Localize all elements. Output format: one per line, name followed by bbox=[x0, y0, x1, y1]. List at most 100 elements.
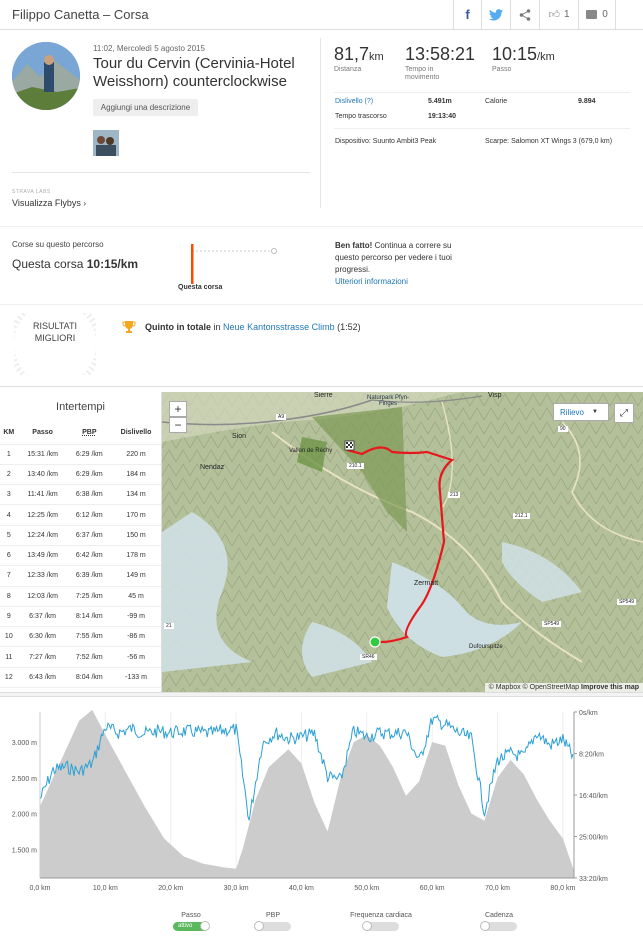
toggle-switch-off[interactable] bbox=[362, 921, 399, 931]
flyby-link[interactable]: Visualizza Flybys › bbox=[12, 198, 86, 208]
elevation-value: 5.491m bbox=[428, 98, 452, 105]
toggle-heart-rate[interactable]: Frequenza cardiaca bbox=[326, 912, 436, 931]
road-label: SR46 bbox=[360, 654, 377, 660]
splits-cell: 6:12 /km bbox=[67, 504, 112, 526]
toggle-pbp[interactable]: PBP bbox=[218, 912, 328, 931]
x-tick-label: 80,0 km bbox=[550, 885, 575, 892]
resize-handle[interactable] bbox=[0, 692, 643, 697]
comments-button[interactable]: 0 bbox=[578, 0, 615, 29]
splits-cell: -133 m bbox=[111, 666, 161, 688]
share-button[interactable] bbox=[510, 0, 539, 29]
athlete-avatar[interactable] bbox=[12, 42, 80, 110]
flyby-section: STRAVA LABS Visualizza Flybys › bbox=[12, 189, 86, 208]
road-label: 213 bbox=[448, 492, 461, 498]
splits-cell: 6:38 /km bbox=[67, 484, 112, 505]
splits-cell: 2 bbox=[0, 463, 18, 485]
twitter-share-button[interactable] bbox=[481, 0, 510, 29]
splits-row[interactable]: 9 6:37 /km 8:14 /km -99 m bbox=[0, 605, 161, 627]
best-results-title: RISULTATI MIGLIORI bbox=[32, 321, 77, 343]
distance-value: 81,7 bbox=[334, 44, 370, 64]
road-label: 90 bbox=[558, 426, 568, 432]
splits-row[interactable]: 7 12:33 /km 6:39 /km 149 m bbox=[0, 565, 161, 587]
map-label-visp: Visp bbox=[488, 392, 502, 399]
achievement-segment-link[interactable]: Neue Kantonsstrasse Climb bbox=[223, 322, 335, 332]
splits-row[interactable]: 8 12:03 /km 7:25 /km 45 m bbox=[0, 585, 161, 607]
splits-cell: 8:14 /km bbox=[67, 605, 112, 627]
road-label: A9 bbox=[276, 414, 287, 420]
y-right-tick-label: 16:40/km bbox=[579, 793, 608, 800]
thumbs-up-icon: 👍︎ bbox=[548, 9, 560, 21]
shoes-info: Scarpe: Salomon XT Wings 3 (679,0 km) bbox=[485, 138, 613, 145]
splits-cell: 150 m bbox=[111, 524, 161, 546]
map-type-select[interactable]: Rilievo ▼ bbox=[553, 403, 609, 421]
splits-column-header: Passo bbox=[32, 429, 53, 437]
splits-row[interactable]: 1 15:31 /km 6:29 /km 220 m bbox=[0, 443, 161, 465]
congrats-message: Ben fatto! Continua a correre su questo … bbox=[335, 240, 455, 288]
splits-panel: Intertempi KM Passo PBP Dislivello 1 15:31 /… bbox=[0, 392, 162, 692]
stat-pace: 10:15/km Passo bbox=[492, 44, 555, 74]
splits-row[interactable]: 11 7:27 /km 7:52 /km -56 m bbox=[0, 646, 161, 668]
splits-cell: 7:25 /km bbox=[67, 585, 112, 607]
splits-row[interactable]: 12 6:43 /km 8:04 /km -133 m bbox=[0, 666, 161, 688]
elapsed-value: 19:13:40 bbox=[428, 113, 457, 120]
y-left-tick-label: 1.500 m bbox=[12, 847, 37, 854]
flyby-lab-label: STRAVA LABS bbox=[12, 189, 51, 195]
splits-cell: 184 m bbox=[111, 463, 161, 485]
splits-cell: 4 bbox=[0, 504, 18, 526]
this-run-chart-label: Questa corsa bbox=[178, 284, 223, 291]
road-label: SP549 bbox=[542, 621, 562, 627]
splits-row[interactable]: 6 13:49 /km 6:42 /km 178 m bbox=[0, 544, 161, 566]
y-right-tick-label: 0s/km bbox=[579, 710, 598, 717]
route-map[interactable]: + − Rilievo ▼ ⤢ Sierre Naturpark Pfyn-Fin… bbox=[162, 392, 643, 692]
splits-column-header: PBP bbox=[82, 429, 97, 437]
splits-title: Intertempi bbox=[56, 401, 105, 413]
splits-row[interactable]: 4 12:25 /km 6:12 /km 170 m bbox=[0, 504, 161, 526]
toggle-switch-on[interactable]: attivo bbox=[173, 921, 210, 931]
add-description-button[interactable]: Aggiungi una descrizione bbox=[93, 99, 198, 116]
divider bbox=[0, 386, 643, 387]
splits-cell: 6:39 /km bbox=[67, 565, 112, 587]
facebook-share-button[interactable]: f bbox=[453, 0, 481, 29]
twitter-icon bbox=[489, 8, 503, 21]
splits-cell: 12:25 /km bbox=[17, 504, 68, 526]
road-label: 212.1 bbox=[513, 513, 530, 519]
divider bbox=[334, 128, 630, 129]
moving-time-label: Tempo in movimento bbox=[405, 66, 440, 81]
toggle-cadence[interactable]: Cadenza bbox=[444, 912, 554, 931]
toggle-switch-off[interactable] bbox=[254, 921, 291, 931]
achievement-time: (1:52) bbox=[337, 322, 361, 332]
more-button[interactable] bbox=[615, 0, 643, 29]
splits-cell: 6:43 /km bbox=[17, 666, 68, 688]
elevation-pace-chart[interactable]: 0,0 km 10,0 km 20,0 km 30,0 km 40,0 km 50,0 k… bbox=[0, 698, 643, 898]
toggle-switch-off[interactable] bbox=[480, 921, 517, 931]
splits-row[interactable]: 10 6:30 /km 7:55 /km -86 m bbox=[0, 626, 161, 647]
more-info-link[interactable]: Ulteriori informazioni bbox=[335, 276, 455, 288]
splits-cell: 7:27 /km bbox=[17, 646, 68, 668]
activity-photo[interactable] bbox=[93, 130, 119, 156]
route-start-marker bbox=[369, 636, 381, 648]
photo-thumbnail bbox=[93, 130, 119, 156]
zoom-out-button[interactable]: − bbox=[169, 417, 187, 433]
fullscreen-button[interactable]: ⤢ bbox=[614, 403, 634, 423]
splits-row[interactable]: 3 11:41 /km 6:38 /km 134 m bbox=[0, 484, 161, 505]
improve-map-link[interactable]: Improve this map bbox=[581, 684, 639, 691]
splits-cell: 12:33 /km bbox=[17, 565, 68, 587]
splits-cell: 170 m bbox=[111, 504, 161, 526]
splits-row[interactable]: 5 12:24 /km 6:37 /km 150 m bbox=[0, 524, 161, 546]
map-label-nendaz: Nendaz bbox=[200, 464, 225, 471]
elevation-help-link[interactable]: Dislivello (?) bbox=[335, 98, 373, 105]
splits-row[interactable]: 2 13:40 /km 6:29 /km 184 m bbox=[0, 463, 161, 485]
x-tick-label: 0,0 km bbox=[29, 885, 50, 892]
splits-cell: 149 m bbox=[111, 565, 161, 587]
elevation-area bbox=[40, 709, 574, 878]
splits-cell: -86 m bbox=[111, 626, 161, 647]
toggle-label: Cadenza bbox=[484, 912, 514, 919]
splits-cell: 11:41 /km bbox=[17, 484, 68, 505]
stat-distance: 81,7km Distanza bbox=[334, 44, 384, 74]
zoom-in-button[interactable]: + bbox=[169, 401, 187, 417]
y-right-tick-label: 33:20/km bbox=[579, 876, 608, 883]
splits-cell: 5 bbox=[0, 524, 18, 546]
splits-cell: 6:30 /km bbox=[17, 626, 68, 647]
kudos-button[interactable]: 👍︎ 1 bbox=[539, 0, 578, 29]
splits-cell: 3 bbox=[0, 484, 18, 505]
